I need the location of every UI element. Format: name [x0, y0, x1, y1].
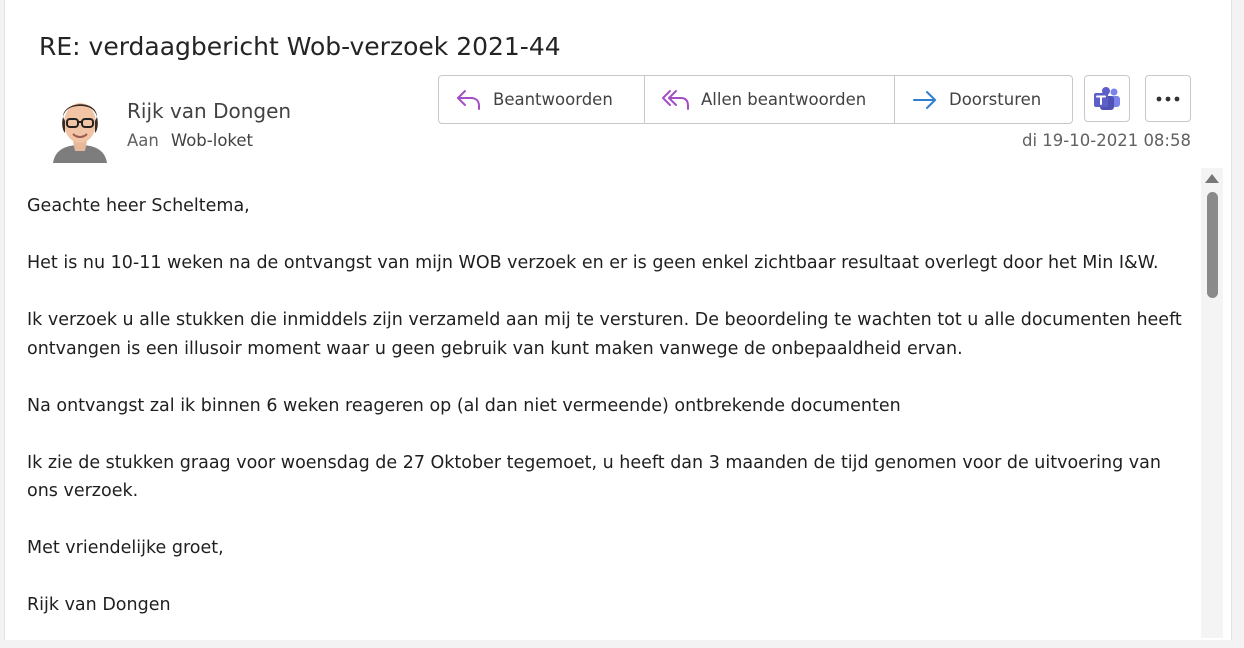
- sent-date: di 19-10-2021 08:58: [1022, 131, 1191, 150]
- body-greeting: Geachte heer Scheltema,: [27, 196, 250, 216]
- sender-avatar[interactable]: [49, 95, 111, 163]
- email-subject: RE: verdaagbericht Wob-verzoek 2021-44: [39, 32, 561, 61]
- more-actions-button[interactable]: [1145, 75, 1191, 122]
- reply-label: Beantwoorden: [493, 90, 613, 109]
- reply-all-icon: [662, 89, 689, 110]
- reply-all-label: Allen beantwoorden: [701, 90, 867, 109]
- to-label: Aan: [127, 131, 159, 150]
- body-paragraph-2: Ik verzoek u alle stukken die inmiddels …: [27, 310, 1182, 359]
- body-signature: Rijk van Dongen: [27, 595, 171, 615]
- forward-label: Doorsturen: [949, 90, 1042, 109]
- recipient-name[interactable]: Wob-loket: [171, 131, 253, 150]
- sender-name[interactable]: Rijk van Dongen: [127, 99, 291, 123]
- scrollbar-thumb[interactable]: [1207, 192, 1218, 298]
- body-paragraph-4: Ik zie de stukken graag voor woensdag de…: [27, 452, 1161, 502]
- teams-button[interactable]: [1084, 75, 1130, 122]
- reading-pane: RE: verdaagbericht Wob-verzoek 2021-44 R…: [4, 0, 1232, 640]
- person-avatar-icon: [53, 103, 107, 163]
- reply-icon: [457, 89, 480, 110]
- vertical-scrollbar[interactable]: [1201, 168, 1223, 638]
- scroll-up-arrow-icon[interactable]: [1205, 174, 1219, 183]
- reply-actions-group: Beantwoorden Allen beantwoorden Doorstur…: [438, 75, 1073, 124]
- body-closing: Met vriendelijke groet,: [27, 538, 224, 558]
- reply-all-button[interactable]: Allen beantwoorden: [644, 76, 894, 123]
- microsoft-teams-icon: [1094, 86, 1120, 110]
- forward-arrow-icon: [913, 90, 936, 109]
- reply-button[interactable]: Beantwoorden: [439, 76, 644, 123]
- email-body: Geachte heer Scheltema, Het is nu 10-11 …: [27, 192, 1192, 648]
- body-paragraph-1: Het is nu 10-11 weken na de ontvangst va…: [27, 253, 1159, 273]
- recipients-row: Aan Wob-loket: [127, 131, 253, 150]
- forward-button[interactable]: Doorsturen: [894, 76, 1072, 123]
- more-ellipsis-icon: [1156, 96, 1180, 101]
- body-paragraph-3: Na ontvangst zal ik binnen 6 weken reage…: [27, 395, 901, 416]
